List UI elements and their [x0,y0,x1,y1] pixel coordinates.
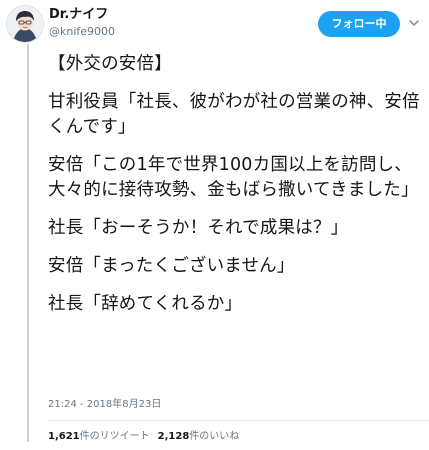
like-stat[interactable]: 2,128件のいいね [158,431,240,442]
like-label: 件のいいね [189,431,240,442]
thread-line [27,44,29,442]
tweet-timestamp[interactable]: 21:24 - 2018年8月23日 [48,399,161,411]
tweet-text: 【外交の安倍】 甘利役員「社長、彼がわが社の営業の神、安倍くんです」 安倍「この… [48,52,426,330]
tweet-paragraph: 甘利役員「社長、彼がわが社の営業の神、安倍くんです」 [48,92,420,137]
retweet-stat[interactable]: 1,621件のリツイート [48,431,150,442]
tweet-paragraph: 社長「おーそうか！それで成果は？」 [48,218,349,238]
retweet-count: 1,621 [48,431,80,442]
avatar-illustration [7,6,43,42]
tweet-paragraph: 安倍「まったくございません」 [48,256,295,276]
chevron-down-icon[interactable] [408,17,420,29]
tweet-paragraph: 【外交の安倍】 [48,54,172,74]
user-handle[interactable]: @knife9000 [49,25,115,39]
tweet-stats: 1,621件のリツイート 2,128件のいいね [48,431,239,443]
like-count: 2,128 [157,431,190,442]
tweet-paragraph: 社長「辞めてくれるか」 [48,294,243,314]
avatar[interactable] [6,5,44,43]
tweet-card: Dr.ナイフ @knife9000 フォロー中 【外交の安倍】 甘利役員「社長、… [0,0,429,450]
display-name[interactable]: Dr.ナイフ [49,7,108,23]
divider [48,420,429,421]
tweet-paragraph: 安倍「この1年で世界100カ国以上を訪問し、大々的に接待攻勢、金もばら撒いてきま… [48,155,419,200]
following-button[interactable]: フォロー中 [318,11,400,37]
retweet-label: 件のリツイート [79,431,150,442]
